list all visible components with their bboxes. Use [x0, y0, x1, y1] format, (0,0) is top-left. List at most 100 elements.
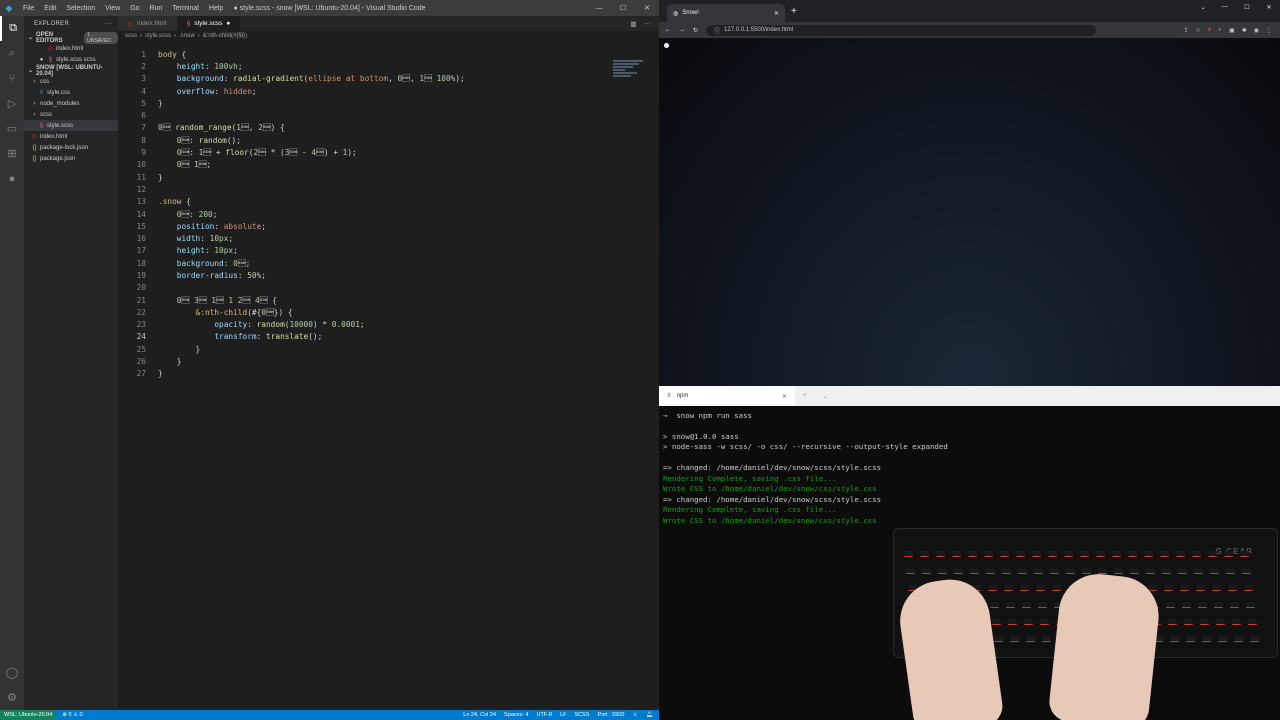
- extensions-icon[interactable]: ⊞: [0, 141, 24, 166]
- minimize-icon[interactable]: —: [587, 0, 611, 16]
- code-line[interactable]: 14 0: 200;: [118, 208, 659, 220]
- folder-item[interactable]: › node_modules: [24, 98, 118, 109]
- tab-search-icon[interactable]: ⌄: [1192, 0, 1214, 14]
- encoding[interactable]: UTF-8: [536, 712, 552, 718]
- code-line[interactable]: 26 }: [118, 355, 659, 367]
- breadcrumb-item[interactable]: style.scss: [145, 33, 171, 39]
- code-line[interactable]: 22 &:nth-child(#{0}) {: [118, 306, 659, 318]
- remote-explorer-icon[interactable]: ▭: [0, 116, 24, 141]
- extension-red-icon[interactable]: ●: [1208, 27, 1212, 34]
- minimap[interactable]: [613, 60, 649, 86]
- code-line[interactable]: 27}: [118, 368, 659, 380]
- code-line[interactable]: 25 }: [118, 343, 659, 355]
- code-line[interactable]: 10 0 1;: [118, 159, 659, 171]
- remote-indicator[interactable]: WSL: Ubuntu-20.04: [0, 710, 57, 720]
- tab-index-html[interactable]: ◇ index.html: [118, 16, 177, 31]
- code-line[interactable]: 16 width: 10px;: [118, 232, 659, 244]
- forward-icon[interactable]: →: [679, 27, 685, 33]
- reload-icon[interactable]: ↻: [693, 27, 698, 34]
- extension-icon[interactable]: ▣: [1229, 27, 1235, 34]
- new-tab-icon[interactable]: +: [785, 6, 803, 22]
- code-line[interactable]: 12: [118, 183, 659, 195]
- code-line[interactable]: 19 border-radius: 50%;: [118, 269, 659, 281]
- maximize-icon[interactable]: ☐: [611, 0, 635, 16]
- maximize-icon[interactable]: ☐: [1236, 0, 1258, 14]
- more-actions-icon[interactable]: ···: [105, 21, 112, 27]
- dropdown-chevron-icon[interactable]: ⌄: [815, 393, 836, 400]
- terminal-tab[interactable]: 🐧︎ npm ✕: [659, 386, 795, 406]
- account-icon[interactable]: ◯: [0, 660, 24, 685]
- menu-item-file[interactable]: File: [18, 5, 39, 12]
- code-line[interactable]: 17 height: 10px;: [118, 245, 659, 257]
- run-debug-icon[interactable]: ▷: [0, 91, 24, 116]
- profile-avatar-icon[interactable]: ◉: [1254, 27, 1259, 34]
- menu-item-run[interactable]: Run: [145, 5, 168, 12]
- code-editor[interactable]: 1 body {2 height: 100vh; 3 background: rad…: [118, 48, 659, 380]
- browser-tab[interactable]: ◍ Snow! ✕: [667, 4, 785, 22]
- settings-gear-icon[interactable]: ⚙: [0, 685, 24, 710]
- code-line[interactable]: 15 position: absolute;: [118, 220, 659, 232]
- back-icon[interactable]: ←: [665, 27, 671, 33]
- live-server-port[interactable]: Port : 5500: [597, 712, 624, 718]
- menu-item-selection[interactable]: Selection: [61, 5, 100, 12]
- close-icon[interactable]: ✕: [635, 0, 659, 16]
- code-line[interactable]: 20: [118, 282, 659, 294]
- bookmark-star-icon[interactable]: ☆: [1195, 27, 1200, 34]
- code-line[interactable]: 24 transform: translate();: [118, 331, 659, 343]
- code-line[interactable]: 13 .snow {: [118, 196, 659, 208]
- breadcrumb-item[interactable]: &:nth-child(#{$i}): [203, 33, 247, 39]
- language-mode[interactable]: SCSS: [574, 712, 589, 718]
- cursor-position[interactable]: Ln 24, Col 24: [463, 712, 496, 718]
- code-line[interactable]: 18 background: 0;: [118, 257, 659, 269]
- live-share-icon[interactable]: ●: [0, 166, 24, 191]
- breadcrumb-item[interactable]: scss: [125, 33, 137, 39]
- code-line[interactable]: 6: [118, 109, 659, 121]
- explorer-icon[interactable]: ⧉: [0, 16, 24, 41]
- extension-color-icon[interactable]: ◐: [1218, 27, 1222, 34]
- notifications-icon[interactable]: 🔔︎: [646, 712, 653, 718]
- file-item[interactable]: ◇ index.html: [24, 131, 118, 142]
- code-line[interactable]: 11}: [118, 171, 659, 183]
- close-tab-icon[interactable]: ✕: [774, 10, 779, 17]
- code-line[interactable]: 5}: [118, 97, 659, 109]
- code-line[interactable]: 1 body {: [118, 48, 659, 60]
- file-item[interactable]: § style.scss: [24, 120, 118, 131]
- open-editor-item[interactable]: ● § style.scss scss: [24, 54, 118, 65]
- minimize-icon[interactable]: —: [1214, 0, 1236, 14]
- file-item[interactable]: {} package.json: [24, 153, 118, 164]
- feedback-icon[interactable]: ☺: [632, 712, 638, 718]
- code-line[interactable]: 2 height: 100vh;: [118, 60, 659, 72]
- tab-style-scss[interactable]: § style.scss ●: [176, 16, 241, 31]
- split-editor-icon[interactable]: ▥: [630, 20, 636, 28]
- share-icon[interactable]: ⇪: [1183, 27, 1188, 34]
- code-line[interactable]: 23 opacity: random(10000) * 0.0001;: [118, 319, 659, 331]
- end-of-line[interactable]: LF: [560, 712, 566, 718]
- source-control-icon[interactable]: ⑂: [0, 66, 24, 91]
- code-line[interactable]: 4 overflow: hidden;: [118, 85, 659, 97]
- close-tab-icon[interactable]: ✕: [782, 393, 787, 400]
- menu-item-help[interactable]: Help: [204, 5, 228, 12]
- more-actions-icon[interactable]: ···: [645, 20, 652, 27]
- code-line[interactable]: 7 0 random_range(1, 2) {: [118, 122, 659, 134]
- close-icon[interactable]: ✕: [1258, 0, 1280, 14]
- menu-item-go[interactable]: Go: [125, 5, 144, 12]
- menu-kebab-icon[interactable]: ⋮: [1266, 27, 1272, 34]
- problems-indicator[interactable]: ⊗ 0 ⚠ 0: [56, 712, 82, 718]
- puzzle-icon[interactable]: ✱: [1242, 27, 1247, 34]
- code-line[interactable]: 9 0: 1 + floor(2 * (3 - 4) + 1);: [118, 146, 659, 158]
- code-line[interactable]: 21 0 3 1 1 2 4 {: [118, 294, 659, 306]
- code-line[interactable]: 3 background: radial-gradient(ellipse at…: [118, 73, 659, 85]
- terminal-output[interactable]: → snow npm run sass > snow@1.0.0 sass > no…: [659, 406, 1280, 530]
- menu-item-edit[interactable]: Edit: [39, 5, 61, 12]
- page-viewport[interactable]: [659, 38, 1280, 386]
- open-editor-item[interactable]: ◇ index.html: [24, 43, 118, 54]
- open-editors-section[interactable]: ⌄ OPEN EDITORS 1 UNSAVED: [24, 31, 118, 44]
- search-icon[interactable]: ⌕: [0, 41, 24, 66]
- folder-item[interactable]: › scss: [24, 109, 118, 120]
- folder-item[interactable]: › css: [24, 76, 118, 87]
- workspace-section[interactable]: ⌄ SNOW [WSL: UBUNTU-20.04]: [24, 65, 118, 77]
- menu-item-view[interactable]: View: [100, 5, 125, 12]
- address-bar[interactable]: ⓘ 127.0.0.1:5500/index.html: [706, 24, 1097, 36]
- code-line[interactable]: 8 0: random();: [118, 134, 659, 146]
- breadcrumb-item[interactable]: .snow: [179, 33, 195, 39]
